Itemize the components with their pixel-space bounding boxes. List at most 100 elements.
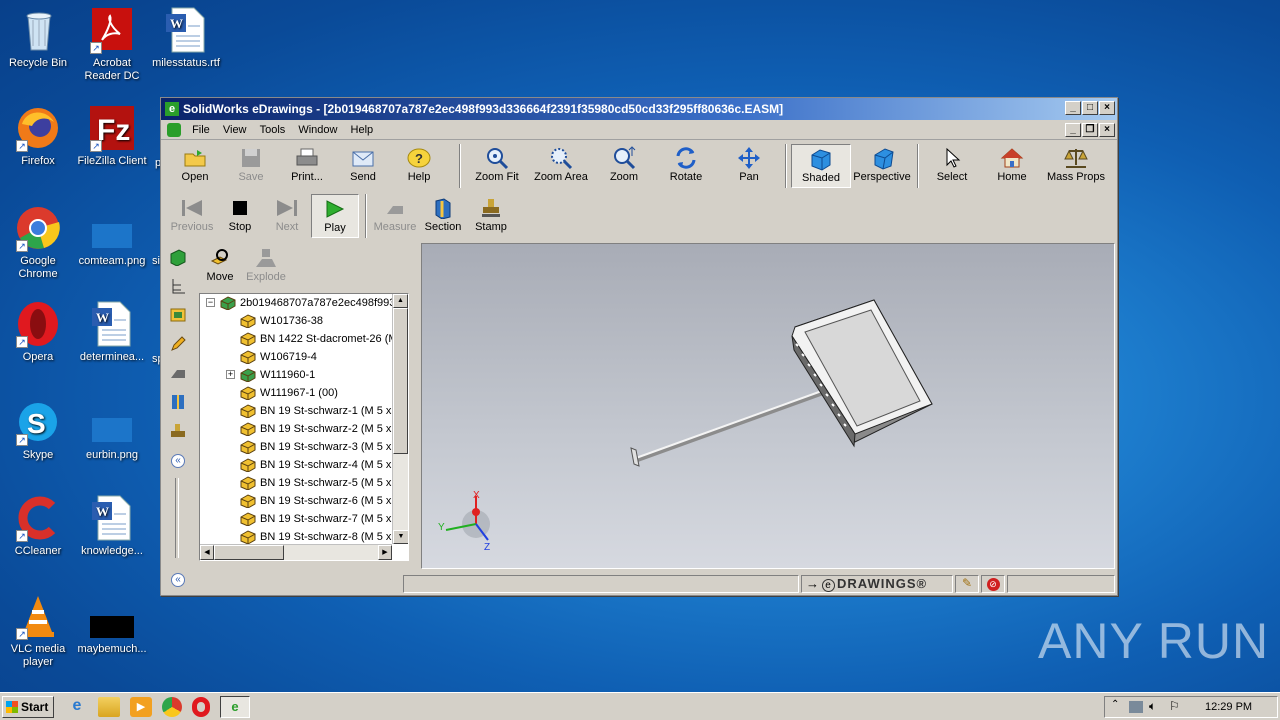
- open-button[interactable]: Open: [167, 144, 223, 188]
- tree-item[interactable]: BN 19 St-schwarz-5 (M 5 x: [200, 474, 408, 492]
- help-button[interactable]: ? Help: [391, 144, 447, 188]
- tree-item[interactable]: BN 1422 St-dacromet-26 (M: [200, 330, 408, 348]
- send-button[interactable]: Send: [335, 144, 391, 188]
- pan-button[interactable]: Pan: [717, 144, 781, 188]
- model-viewport[interactable]: X Y Z: [421, 243, 1115, 569]
- start-button[interactable]: Start: [2, 696, 54, 718]
- stamp-button[interactable]: Stamp: [467, 194, 515, 238]
- markup-tab[interactable]: [167, 333, 189, 357]
- previous-button[interactable]: Previous: [167, 194, 217, 238]
- move-button[interactable]: Move: [199, 244, 241, 288]
- desktop-icon-comteam[interactable]: comteam.png: [74, 204, 150, 268]
- menu-file[interactable]: File: [192, 124, 210, 136]
- desktop-icon-skype[interactable]: S ↗ Skype: [0, 398, 76, 462]
- markup-status[interactable]: ✎: [955, 575, 979, 593]
- desktop-icon-acrobat[interactable]: ↗ Acrobat Reader DC: [74, 6, 150, 83]
- tree-item[interactable]: W101736-38: [200, 312, 408, 330]
- section-button[interactable]: Section: [419, 194, 467, 238]
- shaded-button[interactable]: Shaded: [791, 144, 851, 188]
- tree-item[interactable]: BN 19 St-schwarz-4 (M 5 x: [200, 456, 408, 474]
- doc-minimize-button[interactable]: _: [1065, 123, 1081, 137]
- desktop-icon-eurbin[interactable]: eurbin.png: [74, 398, 150, 462]
- tree-item[interactable]: BN 19 St-schwarz-7 (M 5 x: [200, 510, 408, 528]
- perspective-button[interactable]: Perspective: [851, 144, 913, 188]
- tree-hscrollbar[interactable]: ◀ ▶: [200, 544, 392, 560]
- desktop-icon-firefox[interactable]: ↗ Firefox: [0, 104, 76, 168]
- menu-tools[interactable]: Tools: [260, 124, 286, 136]
- window-titlebar[interactable]: e SolidWorks eDrawings - [2b019468707a78…: [161, 98, 1117, 120]
- explorer-icon[interactable]: [98, 697, 120, 717]
- chevron-up-icon[interactable]: ⌃: [1111, 699, 1119, 710]
- desktop-icon-knowledge[interactable]: W knowledge...: [74, 494, 150, 558]
- collapse-panel-button[interactable]: «: [167, 449, 189, 473]
- doc-restore-button[interactable]: ❐: [1082, 123, 1098, 137]
- menu-help[interactable]: Help: [351, 124, 374, 136]
- collapse-icon[interactable]: −: [206, 298, 215, 307]
- tree-item[interactable]: + W111960-1: [200, 366, 408, 384]
- desktop-icon-opera[interactable]: ↗ Opera: [0, 300, 76, 364]
- network-icon[interactable]: [1129, 701, 1143, 713]
- home-button[interactable]: Home: [981, 144, 1043, 188]
- ie-icon[interactable]: e: [66, 697, 88, 717]
- mass-props-button[interactable]: Mass Props: [1043, 144, 1109, 188]
- expand-icon[interactable]: +: [226, 370, 235, 379]
- tree-vscrollbar[interactable]: ▲ ▼: [392, 294, 408, 544]
- doc-close-button[interactable]: ×: [1099, 123, 1115, 137]
- doc-icon[interactable]: [167, 123, 181, 138]
- scroll-up-arrow-icon[interactable]: ▲: [393, 294, 408, 308]
- panel-divider[interactable]: [175, 478, 179, 558]
- clock[interactable]: 12:29 PM: [1205, 701, 1252, 713]
- chrome-taskbar-icon[interactable]: [162, 697, 182, 717]
- sheets-tab[interactable]: [167, 304, 189, 328]
- flag-icon[interactable]: ⚐: [1169, 699, 1180, 713]
- close-button[interactable]: ×: [1099, 101, 1115, 115]
- tree-root-item[interactable]: − 2b019468707a787e2ec498f993: [200, 294, 408, 312]
- minimize-button[interactable]: _: [1065, 101, 1081, 115]
- explode-button[interactable]: Explode: [241, 244, 291, 288]
- desktop-icon-recycle-bin[interactable]: Recycle Bin: [0, 6, 76, 70]
- tree-item[interactable]: BN 19 St-schwarz-1 (M 5 x: [200, 402, 408, 420]
- measure-button[interactable]: Measure: [371, 194, 419, 238]
- tree-item[interactable]: W106719-4: [200, 348, 408, 366]
- opera-taskbar-icon[interactable]: [192, 697, 210, 717]
- tree-item[interactable]: BN 19 St-schwarz-6 (M 5 x: [200, 492, 408, 510]
- scroll-right-arrow-icon[interactable]: ▶: [378, 545, 392, 560]
- scroll-left-arrow-icon[interactable]: ◀: [200, 545, 214, 560]
- print-button[interactable]: Print...: [279, 144, 335, 188]
- maximize-button[interactable]: □: [1082, 101, 1098, 115]
- play-button[interactable]: Play: [311, 194, 359, 238]
- select-button[interactable]: Select: [923, 144, 981, 188]
- desktop-icon-vlc[interactable]: ↗ VLC media player: [0, 592, 76, 669]
- desktop-icon-determinea[interactable]: W determinea...: [74, 300, 150, 364]
- menu-view[interactable]: View: [223, 124, 247, 136]
- desktop-icon-milesstatus[interactable]: W milesstatus.rtf: [148, 6, 224, 70]
- tree-item[interactable]: BN 19 St-schwarz-3 (M 5 x: [200, 438, 408, 456]
- stamp-tab[interactable]: [167, 420, 189, 444]
- zoom-button[interactable]: Zoom: [593, 144, 655, 188]
- next-button[interactable]: Next: [263, 194, 311, 238]
- security-status[interactable]: ⊘: [981, 575, 1005, 593]
- desktop-icon-chrome[interactable]: ↗ Google Chrome: [0, 204, 76, 281]
- edrawings-taskbar-button[interactable]: e: [220, 696, 250, 718]
- desktop-icon-filezilla[interactable]: Fz ↗ FileZilla Client: [74, 104, 150, 168]
- stop-button[interactable]: Stop: [217, 194, 263, 238]
- tree-item[interactable]: BN 19 St-schwarz-2 (M 5 x: [200, 420, 408, 438]
- zoom-fit-button[interactable]: Zoom Fit: [465, 144, 529, 188]
- volume-icon[interactable]: 🔈︎: [1149, 699, 1156, 714]
- save-button[interactable]: Save: [223, 144, 279, 188]
- rotate-button[interactable]: Rotate: [655, 144, 717, 188]
- hscroll-thumb[interactable]: [214, 545, 284, 560]
- configurations-tab[interactable]: [167, 275, 189, 299]
- collapse-tree-button[interactable]: «: [167, 568, 189, 592]
- menu-window[interactable]: Window: [298, 124, 337, 136]
- measure-tab[interactable]: [167, 362, 189, 386]
- zoom-area-button[interactable]: Zoom Area: [529, 144, 593, 188]
- components-tab[interactable]: [167, 246, 189, 270]
- tree-item[interactable]: W111967-1 (00): [200, 384, 408, 402]
- desktop-icon-maybemuch[interactable]: maybemuch...: [74, 592, 150, 656]
- desktop-icon-ccleaner[interactable]: ↗ CCleaner: [0, 494, 76, 558]
- section-tab[interactable]: [167, 391, 189, 415]
- scroll-thumb[interactable]: [393, 308, 408, 454]
- media-player-icon[interactable]: ▶: [130, 697, 152, 717]
- scroll-down-arrow-icon[interactable]: ▼: [393, 530, 408, 544]
